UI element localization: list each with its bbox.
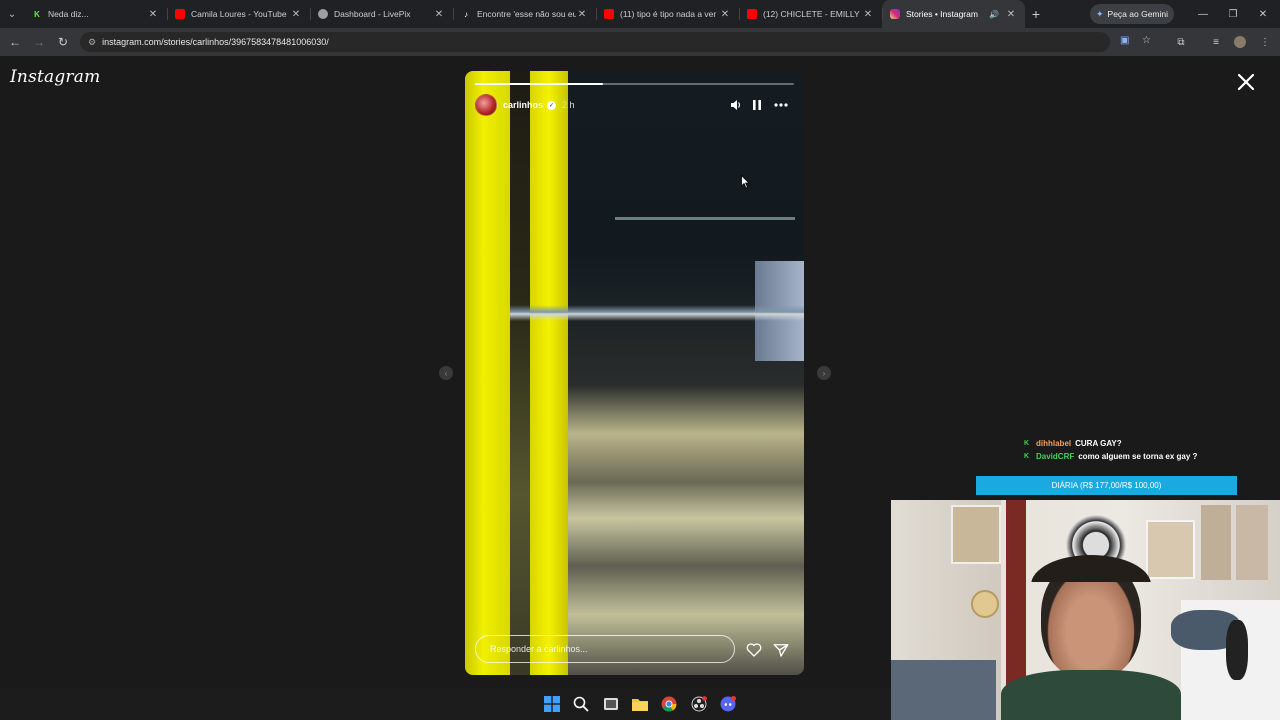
close-tab-icon[interactable]: ✕ (1005, 9, 1017, 20)
tab-audio-icon[interactable]: 🔊 (989, 10, 999, 19)
webcam-feed (891, 500, 1280, 720)
windows-start-icon[interactable] (543, 695, 561, 713)
story-username[interactable]: carlinhos (503, 100, 543, 110)
story-progress-bar (475, 83, 794, 85)
reply-input[interactable] (475, 635, 735, 663)
extensions-icon[interactable]: ⧉ (1173, 34, 1189, 50)
url-text: instagram.com/stories/carlinhos/39675834… (102, 37, 329, 47)
volume-icon[interactable] (728, 97, 744, 113)
browser-tab[interactable]: K Neda diz... ✕ (24, 0, 167, 28)
browser-tab[interactable]: (12) CHICLETE - EMILLY VIC...✕ (739, 0, 882, 28)
obs-icon[interactable] (690, 695, 708, 713)
story-viewer[interactable]: carlinhos ✓ 2 h (465, 71, 804, 675)
window-close-button[interactable]: ✕ (1248, 0, 1278, 28)
translate-icon[interactable]: ▣ (1120, 35, 1129, 46)
address-bar[interactable]: ⚙ instagram.com/stories/carlinhos/396758… (80, 32, 1151, 52)
video-frame (510, 305, 804, 321)
chat-username: DavidCRF (1036, 452, 1075, 461)
previous-story-button[interactable]: ‹ (439, 366, 453, 380)
story-timestamp: 2 h (562, 100, 575, 110)
gemini-label: Peça ao Gemini (1107, 9, 1169, 19)
file-explorer-icon[interactable] (631, 695, 649, 713)
tab-search-icon[interactable]: ⌄ (0, 0, 24, 28)
more-options-icon[interactable] (773, 97, 789, 113)
tiktok-icon: ♪ (464, 9, 468, 19)
donation-goal-bar: DIÁRIA (R$ 177,00/R$ 100,00) (976, 476, 1237, 495)
close-tab-icon[interactable]: ✕ (290, 9, 302, 20)
verified-badge-icon: ✓ (547, 100, 557, 110)
search-icon[interactable] (572, 695, 590, 713)
video-frame (530, 71, 568, 675)
video-frame (510, 71, 530, 675)
tab-strip: ⌄ K Neda diz... ✕ Camila Loures - YouTube ✕ D… (0, 0, 1280, 28)
mouse-cursor-icon (741, 175, 750, 189)
more-menu-icon[interactable]: ⋮ (1257, 34, 1273, 50)
restore-button[interactable]: ❐ (1218, 0, 1248, 28)
tab-title: Stories • Instagram (906, 9, 978, 19)
reload-button[interactable]: ↻ (51, 35, 75, 49)
task-view-icon[interactable] (602, 695, 620, 713)
back-button[interactable]: ← (3, 35, 27, 49)
tab-title: Encontre 'esse não sou eu ... (477, 9, 576, 19)
video-frame (615, 217, 795, 220)
windows-taskbar (0, 688, 891, 720)
discord-icon[interactable] (719, 695, 737, 713)
browser-tab[interactable]: Dashboard - LivePix ✕ (310, 0, 453, 28)
browser-tab[interactable]: Camila Loures - YouTube ✕ (167, 0, 310, 28)
tab-title: (12) CHICLETE - EMILLY VIC... (763, 9, 862, 19)
ask-gemini-button[interactable]: ✦ Peça ao Gemini (1090, 4, 1174, 24)
forward-button[interactable]: → (27, 35, 51, 49)
kick-badge-icon: K (1024, 440, 1030, 447)
pause-icon[interactable] (749, 97, 765, 113)
minimize-button[interactable]: — (1188, 0, 1218, 28)
chat-message: K dihhlabel CURA GAY? (1024, 437, 1197, 450)
livepix-icon (318, 9, 328, 19)
gemini-icon: ✦ (1095, 8, 1104, 19)
youtube-icon (747, 9, 757, 19)
avatar[interactable] (475, 94, 497, 116)
youtube-icon (175, 9, 185, 19)
profile-avatar[interactable] (1232, 34, 1248, 50)
browser-tab[interactable]: (11) tipo é tipo nada a ver ... ✕ (596, 0, 739, 28)
chat-text: CURA GAY? (1075, 439, 1122, 448)
instagram-logo[interactable]: Instagram (10, 67, 100, 87)
chrome-icon[interactable] (660, 695, 678, 713)
chat-username: dihhlabel (1036, 439, 1072, 448)
close-story-icon[interactable] (1234, 70, 1258, 94)
close-tab-icon[interactable]: ✕ (433, 9, 445, 20)
tab-title: Dashboard - LivePix (334, 9, 411, 19)
close-tab-icon[interactable]: ✕ (862, 9, 874, 20)
stream-chat: K dihhlabel CURA GAY? K DavidCRF como al… (1024, 437, 1197, 463)
close-tab-icon[interactable]: ✕ (576, 9, 588, 20)
video-frame (465, 71, 510, 675)
story-progress-fill (475, 83, 603, 85)
media-control-icon[interactable]: ≡ (1208, 34, 1224, 50)
tab-title: Neda diz... (48, 9, 89, 19)
kick-icon: K (34, 9, 40, 19)
chat-message: K DavidCRF como alguem se torna ex gay ? (1024, 450, 1197, 463)
close-tab-icon[interactable]: ✕ (719, 9, 731, 20)
instagram-icon (890, 9, 900, 19)
kick-badge-icon: K (1024, 453, 1030, 460)
browser-tab[interactable]: ♪ Encontre 'esse não sou eu ... ✕ (453, 0, 596, 28)
next-story-button[interactable]: › (817, 366, 831, 380)
story-header: carlinhos ✓ 2 h (475, 94, 575, 116)
site-info-icon[interactable]: ⚙ (88, 37, 96, 48)
bookmark-star-icon[interactable]: ☆ (1142, 35, 1151, 46)
browser-tab[interactable]: Stories • Instagram 🔊 ✕ (882, 0, 1025, 28)
youtube-icon (604, 9, 614, 19)
tab-title: (11) tipo é tipo nada a ver ... (620, 9, 719, 19)
like-heart-icon[interactable] (745, 641, 763, 659)
tab-title: Camila Loures - YouTube (191, 9, 287, 19)
share-send-icon[interactable] (772, 641, 790, 659)
new-tab-button[interactable]: + (1025, 6, 1047, 22)
close-tab-icon[interactable]: ✕ (147, 9, 159, 20)
chat-text: como alguem se torna ex gay ? (1078, 452, 1198, 461)
